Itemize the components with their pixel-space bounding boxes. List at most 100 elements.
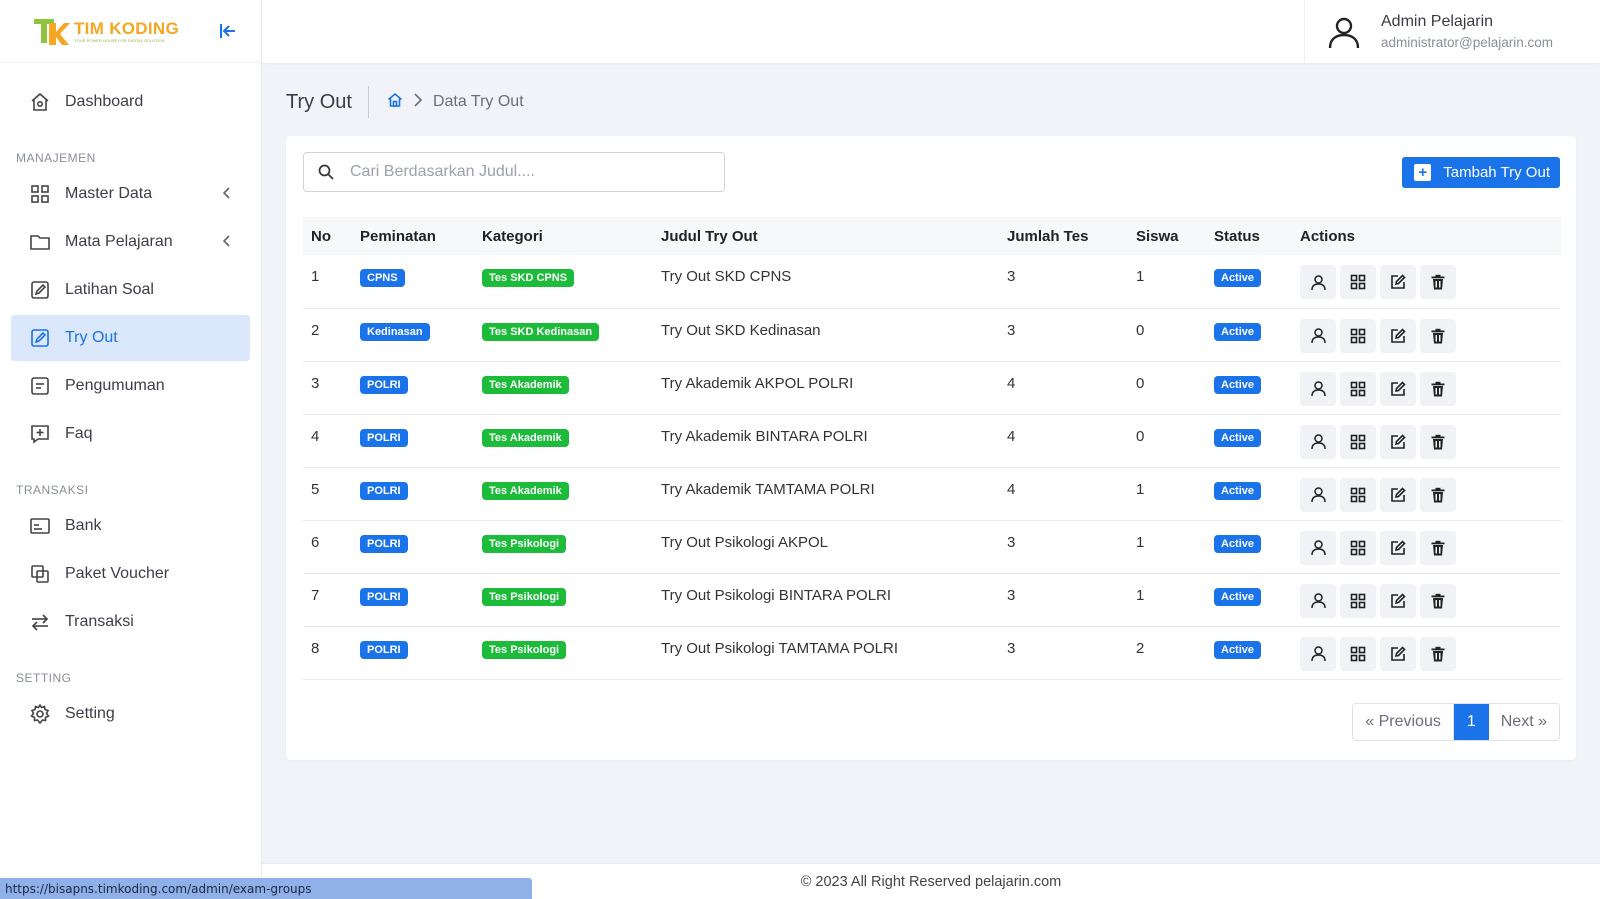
tryout-title: Try Akademik TAMTAMA POLRI: [661, 480, 875, 498]
row-actions: [1300, 635, 1553, 671]
delete-button[interactable]: [1420, 636, 1456, 671]
breadcrumb-home-icon[interactable]: [387, 92, 403, 113]
search-input[interactable]: [350, 163, 710, 181]
sidebar-item-label: Paket Voucher: [65, 565, 170, 582]
user-email: administrator@pelajarin.com: [1381, 35, 1554, 50]
edit-icon: [1391, 433, 1406, 449]
edit-button[interactable]: [1380, 371, 1416, 406]
next-page-button[interactable]: Next »: [1489, 704, 1559, 740]
table-row: 4 POLRI Tes Akademik Try Akademik BINTAR…: [303, 414, 1561, 467]
previous-page-button[interactable]: « Previous: [1353, 704, 1454, 740]
edit-button[interactable]: [1380, 265, 1416, 300]
collapse-sidebar-button[interactable]: [217, 20, 239, 42]
tests-button[interactable]: [1340, 477, 1376, 512]
participants-button[interactable]: [1300, 371, 1336, 406]
delete-button[interactable]: [1420, 477, 1456, 512]
delete-button[interactable]: [1420, 318, 1456, 353]
tryout-title: Try Out SKD CPNS: [661, 268, 792, 285]
siswa-count: 0: [1136, 374, 1145, 392]
kategori-badge: Tes Psikologi: [482, 534, 567, 553]
jumlah-tes: 3: [1007, 533, 1016, 551]
table-row: 3 POLRI Tes Akademik Try Akademik AKPOL …: [303, 361, 1561, 414]
tests-button[interactable]: [1340, 318, 1376, 353]
transfer-icon: [29, 611, 51, 633]
edit-button[interactable]: [1380, 424, 1416, 459]
status-badge: Active: [1214, 375, 1262, 394]
row-number: 1: [311, 268, 320, 285]
siswa-count: 1: [1136, 480, 1145, 498]
user-icon: [1310, 381, 1326, 397]
tests-button[interactable]: [1340, 530, 1376, 565]
user-icon: [1310, 646, 1326, 662]
kategori-badge: Tes Akademik: [482, 428, 569, 447]
sidebar-item-dashboard[interactable]: Dashboard: [11, 79, 250, 125]
trash-icon: [1431, 275, 1445, 290]
column-header: Actions: [1300, 227, 1356, 245]
grid-icon: [1350, 646, 1366, 661]
grid-icon: [1350, 487, 1366, 502]
peminatan-badge: Kedinasan: [360, 322, 430, 341]
delete-button[interactable]: [1420, 424, 1456, 459]
sidebar-item-paket-voucher[interactable]: Paket Voucher: [11, 551, 250, 597]
participants-button[interactable]: [1300, 636, 1336, 671]
tests-button[interactable]: [1340, 265, 1376, 300]
participants-button[interactable]: [1300, 477, 1336, 512]
grid-icon: [1350, 274, 1366, 290]
column-header: Siswa: [1136, 227, 1179, 245]
table-row: 7 POLRI Tes Psikologi Try Out Psikologi …: [303, 573, 1561, 626]
row-actions: [1300, 423, 1553, 459]
tests-button[interactable]: [1340, 371, 1376, 406]
tests-button[interactable]: [1340, 636, 1376, 671]
siswa-count: 1: [1136, 533, 1145, 551]
tryout-title: Try Out Psikologi AKPOL: [661, 533, 829, 551]
row-number: 6: [311, 533, 320, 551]
participants-button[interactable]: [1300, 318, 1336, 353]
jumlah-tes: 3: [1007, 268, 1016, 285]
delete-button[interactable]: [1420, 530, 1456, 565]
sidebar-item-faq[interactable]: Faq: [11, 411, 250, 457]
edit-button[interactable]: [1380, 583, 1416, 618]
edit-button[interactable]: [1380, 318, 1416, 353]
edit-button[interactable]: [1380, 530, 1416, 565]
participants-button[interactable]: [1300, 530, 1336, 565]
user-menu[interactable]: Admin Pelajarin administrator@pelajarin.…: [1304, 0, 1600, 63]
delete-button[interactable]: [1420, 583, 1456, 618]
sidebar-item-pengumuman[interactable]: Pengumuman: [11, 363, 250, 409]
status-badge: Active: [1214, 481, 1262, 500]
sidebar-item-master-data[interactable]: Master Data: [11, 171, 250, 217]
sidebar-item-transaksi[interactable]: Transaksi: [11, 599, 250, 645]
tests-button[interactable]: [1340, 583, 1376, 618]
participants-button[interactable]: [1300, 583, 1336, 618]
edit-button[interactable]: [1380, 477, 1416, 512]
sidebar-item-mata-pelajaran[interactable]: Mata Pelajaran: [11, 219, 250, 265]
sidebar-item-try-out[interactable]: Try Out: [11, 315, 250, 361]
page-1-button[interactable]: 1: [1453, 704, 1489, 740]
kategori-badge: Tes Psikologi: [482, 640, 567, 659]
add-tryout-button[interactable]: + Tambah Try Out: [1402, 157, 1560, 188]
row-number: 4: [311, 427, 320, 445]
tryout-title: Try Out Psikologi BINTARA POLRI: [661, 586, 892, 604]
peminatan-badge: POLRI: [360, 587, 408, 606]
sidebar-item-label: Faq: [65, 425, 93, 442]
grid-icon: [1350, 540, 1366, 555]
jumlah-tes: 3: [1007, 321, 1016, 339]
participants-button[interactable]: [1300, 424, 1336, 459]
sidebar-item-bank[interactable]: Bank: [11, 503, 250, 549]
delete-button[interactable]: [1420, 265, 1456, 300]
edit-icon: [29, 327, 51, 349]
delete-button[interactable]: [1420, 371, 1456, 406]
edit-button[interactable]: [1380, 636, 1416, 671]
row-number: 3: [311, 374, 320, 392]
sidebar-item-latihan-soal[interactable]: Latihan Soal: [11, 267, 250, 313]
sidebar-item-setting[interactable]: Setting: [11, 691, 250, 737]
grid-icon: [1350, 434, 1366, 449]
tests-button[interactable]: [1340, 424, 1376, 459]
peminatan-badge: CPNS: [360, 269, 405, 288]
logo[interactable]: TIM KODING YOUR POWER HOUSE FOR DIGITAL …: [32, 15, 179, 47]
chevron-left-icon: [222, 186, 232, 205]
page-title: Try Out: [286, 86, 369, 118]
brand-name: TIM KODING: [74, 18, 179, 38]
kategori-badge: Tes Akademik: [482, 375, 569, 394]
sidebar-item-label: Try Out: [65, 329, 118, 346]
participants-button[interactable]: [1300, 265, 1336, 300]
